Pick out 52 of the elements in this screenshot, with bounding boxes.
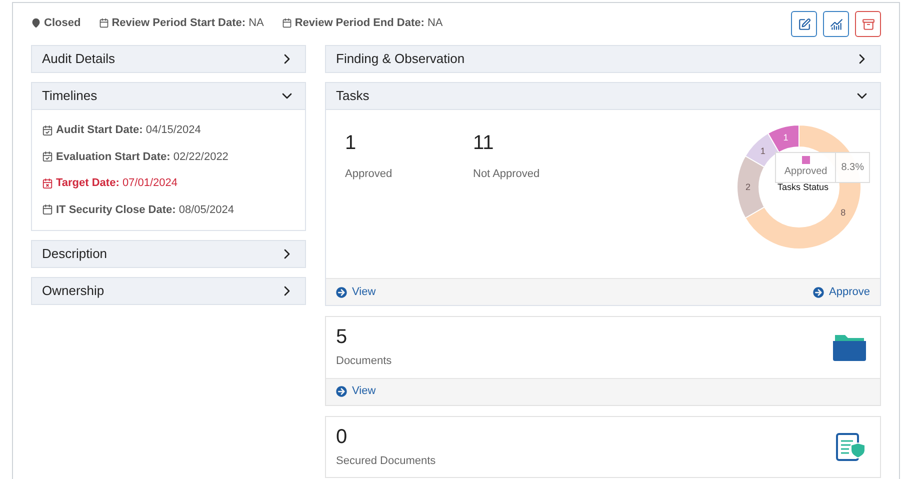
panel-header[interactable]: Tasks (325, 82, 881, 110)
panel-header[interactable]: Ownership (31, 277, 306, 305)
panel-title: Description (42, 245, 108, 264)
timeline-date: Evaluation Start Date: 02/22/2022 (42, 148, 295, 165)
calendar-icon (42, 204, 53, 216)
slice-label: 2 (746, 182, 750, 192)
timeline-date: Audit Start Date: 04/15/2024 (42, 122, 295, 138)
calendar-icon (42, 178, 53, 189)
slice-label: 1 (760, 146, 766, 156)
stat-value: 5 (336, 325, 348, 349)
stat-label: Documents (336, 354, 392, 369)
chart-icon (830, 18, 842, 30)
action-link[interactable]: View (336, 383, 376, 400)
edit-icon (798, 18, 810, 30)
calendar-check-icon (42, 151, 53, 162)
timeline-date: IT Security Close Date: 08/05/2024 (42, 202, 295, 218)
chart-button[interactable] (823, 11, 849, 37)
stat-label: Not Approved (473, 167, 541, 182)
calendar-check-icon (42, 124, 53, 136)
panel-title: Timelines (42, 87, 98, 106)
review-period-date: Review Period End Date: NA (282, 14, 443, 32)
secure-document-icon (836, 432, 866, 460)
panel-title: Tasks (336, 87, 370, 106)
stat-label: Secured Documents (336, 454, 436, 468)
folder-icon (833, 333, 866, 361)
stat-value: 11 (473, 131, 495, 156)
archive-button[interactable] (855, 11, 881, 37)
stat-label: Approved (345, 167, 394, 182)
chart-title: Tasks Status (777, 182, 829, 192)
calendar-icon (282, 18, 292, 28)
tooltip-value: 8.3% (835, 153, 869, 182)
panel-header[interactable]: Audit Details (31, 45, 306, 73)
slice-label: 1 (783, 132, 788, 143)
archive-icon (862, 18, 874, 30)
stat-value: 1 (345, 131, 358, 156)
panel-header[interactable]: Finding & Observation (325, 45, 881, 73)
calendar-icon (98, 18, 109, 28)
panel-header[interactable]: Description (31, 240, 306, 268)
panel-title: Finding & Observation (336, 50, 465, 68)
edit-button[interactable] (791, 11, 817, 37)
timeline-date: Target Date: 07/01/2024 (42, 175, 295, 192)
tooltip-label: Approved (784, 165, 828, 179)
status-label: Closed (31, 14, 81, 32)
panel-header[interactable]: Timelines (31, 82, 306, 110)
action-link[interactable]: Approve (813, 284, 870, 300)
panel-title: Audit Details (42, 50, 115, 68)
action-link[interactable]: View (336, 284, 376, 300)
location-pin-icon (31, 18, 41, 28)
stat-value: 0 (336, 424, 348, 448)
slice-label: 8 (840, 208, 846, 218)
review-period-date: Review Period Start Date: NA (98, 14, 264, 32)
panel-title: Ownership (42, 282, 104, 300)
